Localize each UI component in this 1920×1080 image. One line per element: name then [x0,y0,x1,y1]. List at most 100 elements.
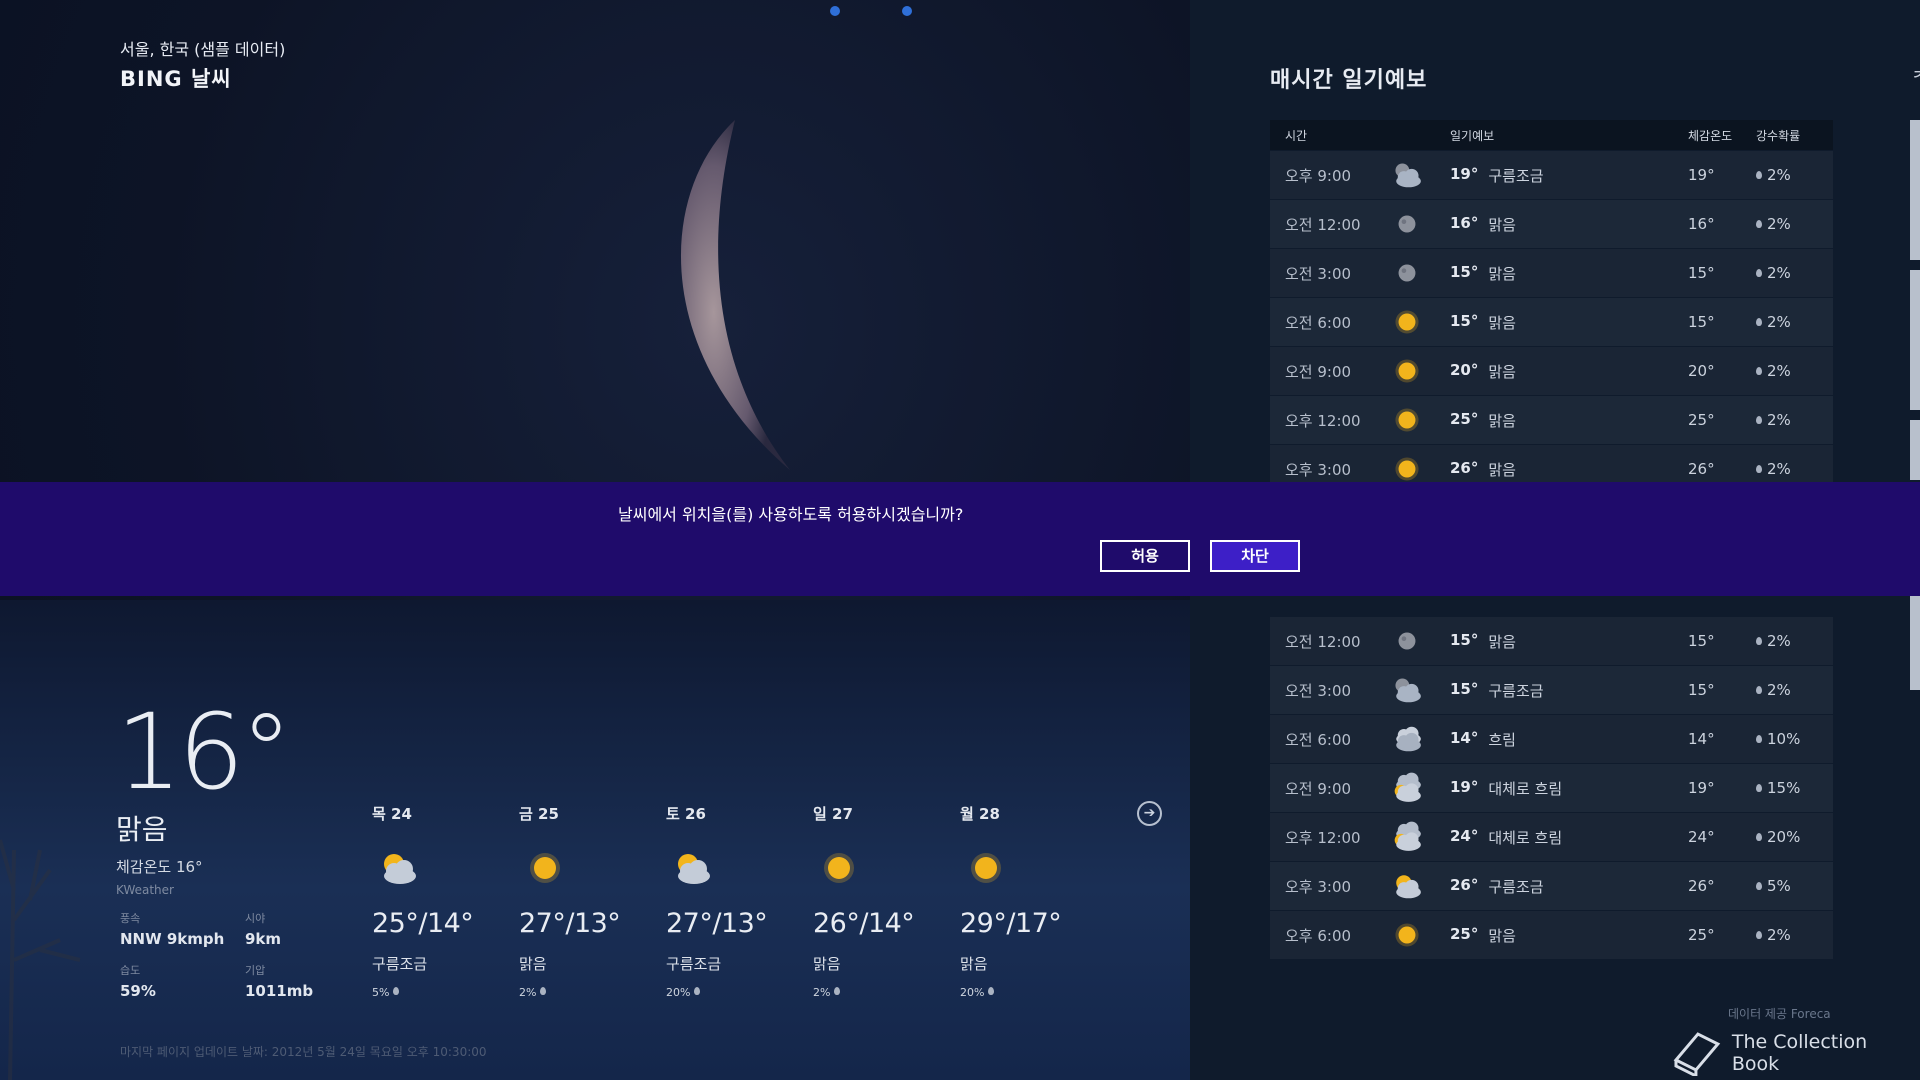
hour-forecast: 26° 맑음 [1448,459,1688,480]
moon-icon [1398,632,1416,650]
hourly-row[interactable]: 오전 12:00 16° 맑음 16° 2% [1270,200,1833,248]
forecast-day[interactable]: 목 24 25°/14° 구름조금 5% [372,803,519,999]
day-name: 금 25 [519,805,559,823]
hourly-row[interactable]: 오후 12:00 25° 맑음 25° 2% [1270,396,1833,444]
hourly-row[interactable]: 오후 6:00 25° 맑음 25° 2% [1270,911,1833,959]
raindrop-icon [1756,269,1762,277]
hour-temp: 15° [1450,630,1479,649]
section-edge[interactable] [1910,420,1920,480]
raindrop-icon [1756,931,1762,939]
hour-icon [1366,915,1448,955]
next-arrow-icon[interactable]: ➔ [1137,801,1162,826]
last-updated: 마지막 페이지 업데이트 날짜: 2012년 5월 24일 목요일 오후 10:… [120,1045,487,1059]
hourly-row[interactable]: 오전 3:00 15° 구름조금 15° 2% [1270,666,1833,714]
precip-value: 5% [372,986,390,999]
hourly-row[interactable]: 오후 3:00 26° 구름조금 26° 5% [1270,862,1833,910]
hour-precip: 2% [1748,460,1818,478]
stat-visibility: 시야 9km [245,910,370,948]
hour-time: 오전 6:00 [1285,730,1352,749]
forecast-day[interactable]: 일 27 26°/14° 맑음 2% [813,803,960,999]
hourly-row[interactable]: 오전 6:00 15° 맑음 15° 2% [1270,298,1833,346]
raindrop-icon [1756,882,1762,890]
day-high-low: 27°/13° [519,908,621,939]
hour-condition: 맑음 [1488,264,1516,283]
forecast-day[interactable]: 금 25 27°/13° 맑음 2% [519,803,666,999]
allow-button[interactable]: 허용 [1100,540,1190,572]
hour-feels: 19° [1688,779,1715,797]
hourly-rows: 오후 9:00 19° 구름조금 19° 2% 오전 12:00 16° 맑음 … [1270,151,1833,493]
stat-label: 습도 [120,964,141,977]
hour-temp: 15° [1450,679,1479,698]
hourly-row[interactable]: 오후 9:00 19° 구름조금 19° 2% [1270,151,1833,199]
raindrop-icon [1756,220,1762,228]
hour-feels: 26° [1688,877,1715,895]
day-name: 일 27 [813,805,853,823]
hour-feels: 26° [1688,460,1715,478]
sun-icon [1395,923,1419,947]
hourly-row[interactable]: 오전 9:00 19° 대체로 흐림 19° 15% [1270,764,1833,812]
hour-feels: 15° [1688,264,1715,282]
sun-icon [530,853,560,883]
cloudy-moon-icon [1395,163,1421,188]
block-button[interactable]: 차단 [1210,540,1300,572]
precip-value: 2% [1767,926,1791,944]
hour-condition: 구름조금 [1488,166,1544,185]
day-precip: 2% [519,986,666,999]
hour-temp: 19° [1450,164,1479,183]
hourly-row[interactable]: 오전 9:00 20° 맑음 20° 2% [1270,347,1833,395]
stat-label: 기압 [245,964,266,977]
hourly-row[interactable]: 오전 6:00 14° 흐림 14° 10% [1270,715,1833,763]
data-credit: 데이터 제공 Foreca [1728,1007,1831,1021]
raindrop-icon [1756,416,1762,424]
forecast-day[interactable]: 토 26 27°/13° 구름조금 20% [666,803,813,999]
day-precip: 5% [372,986,519,999]
day-precip: 2% [813,986,960,999]
tree-silhouette [0,839,81,1080]
page-dot[interactable] [830,6,840,16]
hour-temp: 19° [1450,777,1479,796]
hour-precip: 2% [1748,166,1818,184]
watermark: The Collection Book [1670,1030,1920,1076]
day-condition: 구름조금 [666,955,722,973]
stat-value: NNW 9kmph [120,930,225,948]
raindrop-icon [1756,171,1762,179]
section-edge[interactable] [1910,270,1920,410]
hour-temp: 26° [1450,875,1479,894]
hour-temp: 15° [1450,311,1479,330]
hour-precip: 20% [1748,828,1818,846]
hour-temp: 14° [1450,728,1479,747]
hour-forecast: 19° 대체로 흐림 [1448,778,1688,799]
partly-cloudy-icon [1396,875,1421,899]
raindrop-icon [1756,637,1762,645]
hourly-row[interactable]: 오후 12:00 24° 대체로 흐림 24° 20% [1270,813,1833,861]
hour-time: 오전 9:00 [1285,362,1352,381]
hour-condition: 맑음 [1488,313,1516,332]
precip-value: 10% [1767,730,1801,748]
hour-precip: 5% [1748,877,1818,895]
precip-value: 20% [1767,828,1801,846]
hour-precip: 2% [1748,681,1818,699]
hour-precip: 2% [1748,926,1818,944]
page-dot[interactable] [902,6,912,16]
moon-icon [1398,215,1416,233]
current-temperature: 16° [116,691,292,813]
hour-condition: 맑음 [1488,632,1516,651]
day-high-low: 26°/14° [813,908,915,939]
precip-value: 2% [1767,264,1791,282]
hourly-row[interactable]: 오전 12:00 15° 맑음 15° 2% [1270,617,1833,665]
stat-wind: 풍속 NNW 9kmph [120,910,245,948]
raindrop-icon [1756,318,1762,326]
hour-condition: 맑음 [1488,460,1516,479]
precip-value: 2% [1767,362,1791,380]
hour-precip: 15% [1748,779,1818,797]
stat-pressure: 기압 1011mb [245,962,370,1000]
forecast-day[interactable]: 월 28 29°/17° 맑음 20% [960,803,1107,999]
hour-feels: 15° [1688,632,1715,650]
section-edge[interactable] [1910,120,1920,260]
hour-forecast: 20° 맑음 [1448,361,1688,382]
hourly-row[interactable]: 오전 3:00 15° 맑음 15° 2% [1270,249,1833,297]
hour-feels: 15° [1688,313,1715,331]
hour-precip: 2% [1748,411,1818,429]
precip-value: 2% [813,986,831,999]
hour-forecast: 19° 구름조금 [1448,165,1688,186]
